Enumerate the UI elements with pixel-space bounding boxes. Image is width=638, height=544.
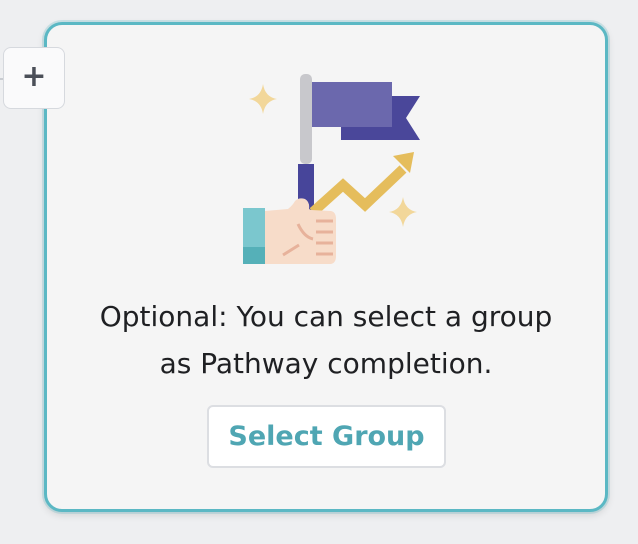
flag-growth-illustration <box>243 74 420 264</box>
growth-arrow <box>309 165 407 216</box>
plus-icon: + <box>21 58 47 94</box>
group-completion-card[interactable]: Optional: You can select a group as Path… <box>44 22 608 512</box>
completion-message: Optional: You can select a group as Path… <box>67 293 585 387</box>
sparkle-icon <box>249 84 277 114</box>
flag-front <box>312 82 392 127</box>
add-step-button[interactable]: + <box>3 47 65 109</box>
sleeve-shadow <box>243 247 265 264</box>
pathway-canvas: + Optional: You can select a group as Pa… <box>0 0 638 544</box>
select-group-button[interactable]: Select Group <box>207 405 446 468</box>
sparkle-icon <box>389 197 417 227</box>
message-line-2: as Pathway completion. <box>159 347 493 380</box>
flag-pole <box>300 74 312 164</box>
message-line-1: Optional: You can select a group <box>99 300 553 333</box>
select-group-label: Select Group <box>228 421 425 452</box>
